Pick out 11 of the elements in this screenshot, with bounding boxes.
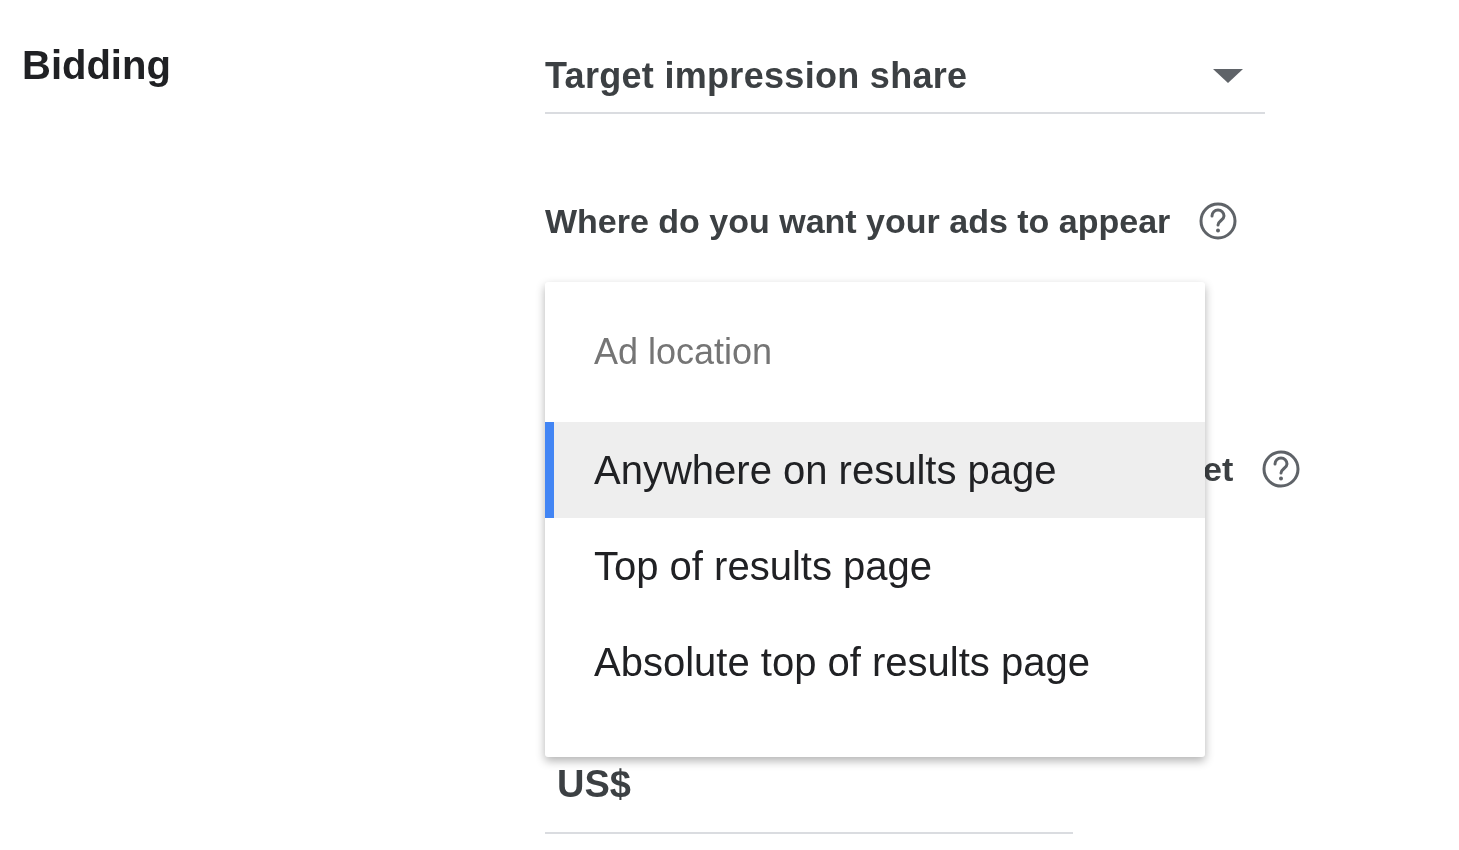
- help-icon[interactable]: [1261, 449, 1302, 489]
- menu-item[interactable]: Anywhere on results page: [545, 422, 1205, 518]
- help-icon[interactable]: [1198, 201, 1239, 241]
- menu-item[interactable]: Absolute top of results page: [545, 614, 1205, 710]
- question-label: Where do you want your ads to appear: [545, 201, 1171, 241]
- menu-item[interactable]: Top of results page: [545, 518, 1205, 614]
- section-title: Bidding: [22, 42, 172, 89]
- field-label: et: [1203, 449, 1234, 489]
- bidding-select[interactable]: Target impression share: [545, 40, 1265, 114]
- caret-icon: [1213, 69, 1243, 83]
- menu-header: Ad location: [593, 330, 774, 374]
